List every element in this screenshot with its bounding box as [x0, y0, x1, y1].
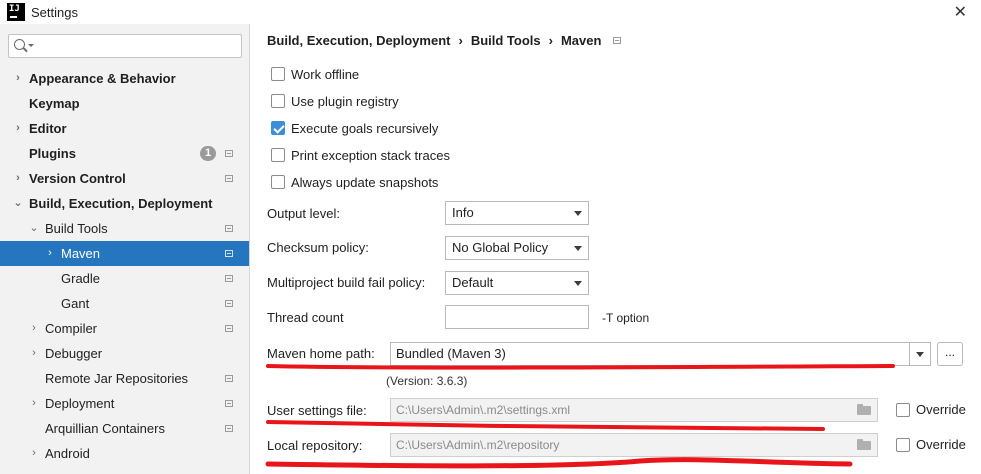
print-exception-stack-traces-option[interactable]: Print exception stack traces — [271, 146, 450, 164]
project-settings-icon — [225, 250, 233, 257]
chevron-down-icon — [574, 281, 582, 286]
chevron-right-icon[interactable]: › — [44, 241, 56, 266]
local-repository-field: C:\Users\Admin\.m2\repository — [390, 433, 878, 457]
execute-goals-recursively-option[interactable]: Execute goals recursively — [271, 119, 438, 137]
chevron-down-icon[interactable]: ⌄ — [28, 216, 40, 241]
chevron-right-icon[interactable]: › — [12, 66, 24, 91]
title-bar: IJ Settings ✕ — [0, 0, 981, 24]
maven-settings-panel: Build, Execution, Deployment › Build Too… — [251, 24, 981, 474]
output-level-label: Output level: — [267, 206, 340, 221]
maven-home-path-select[interactable]: Bundled (Maven 3) — [390, 342, 931, 366]
user-settings-override-option[interactable]: Override — [896, 402, 966, 417]
multiproject-fail-policy-select[interactable]: Default — [445, 271, 589, 295]
breadcrumb-item: Maven — [560, 33, 602, 48]
browse-maven-home-button[interactable]: ... — [937, 342, 963, 366]
output-level-select[interactable]: Info — [445, 201, 589, 225]
sidebar-item-deployment[interactable]: › Deployment — [0, 391, 249, 416]
chevron-down-icon[interactable]: ⌄ — [12, 191, 24, 216]
always-update-snapshots-option[interactable]: Always update snapshots — [271, 173, 438, 191]
sidebar-item-plugins[interactable]: Plugins 1 — [0, 141, 249, 166]
project-settings-icon — [225, 225, 233, 232]
window-title: Settings — [31, 4, 78, 20]
work-offline-checkbox[interactable] — [271, 67, 285, 81]
project-settings-icon — [225, 300, 233, 307]
chevron-down-icon[interactable] — [909, 343, 930, 365]
sidebar-item-appearance-behavior[interactable]: › Appearance & Behavior — [0, 66, 249, 91]
thread-count-input[interactable] — [445, 305, 589, 329]
sidebar-item-debugger[interactable]: › Debugger — [0, 341, 249, 366]
chevron-right-icon[interactable]: › — [28, 341, 40, 366]
project-settings-icon — [225, 150, 233, 157]
print-exception-stack-traces-checkbox[interactable] — [271, 148, 285, 162]
breadcrumb-item[interactable]: Build, Execution, Deployment — [267, 33, 450, 48]
sidebar-item-build-tools[interactable]: ⌄ Build Tools — [0, 216, 249, 241]
chevron-right-icon: › — [458, 33, 463, 48]
sidebar-item-editor[interactable]: › Editor — [0, 116, 249, 141]
chevron-right-icon[interactable]: › — [28, 391, 40, 416]
chevron-right-icon[interactable]: › — [12, 166, 24, 191]
work-offline-option[interactable]: Work offline — [271, 65, 359, 83]
execute-goals-recursively-checkbox[interactable] — [271, 121, 285, 135]
project-settings-icon — [225, 325, 233, 332]
user-settings-file-field: C:\Users\Admin\.m2\settings.xml — [390, 398, 878, 422]
project-settings-icon — [225, 425, 233, 432]
maven-version-text: (Version: 3.6.3) — [386, 374, 468, 388]
thread-count-hint: -T option — [602, 311, 650, 325]
sidebar-item-remote-jar-repositories[interactable]: Remote Jar Repositories — [0, 366, 249, 391]
settings-tree: › Appearance & Behavior Keymap › Editor … — [0, 66, 249, 466]
chevron-right-icon[interactable]: › — [28, 316, 40, 341]
use-plugin-registry-option[interactable]: Use plugin registry — [271, 92, 399, 110]
intellij-app-icon: IJ — [7, 3, 25, 21]
sidebar-item-version-control[interactable]: › Version Control — [0, 166, 249, 191]
project-settings-icon — [225, 275, 233, 282]
search-icon — [14, 39, 25, 50]
chevron-right-icon: › — [548, 33, 553, 48]
local-repository-override-checkbox[interactable] — [896, 437, 910, 452]
project-settings-icon — [225, 400, 233, 407]
breadcrumb: Build, Execution, Deployment › Build Too… — [267, 33, 622, 48]
chevron-right-icon[interactable]: › — [12, 116, 24, 141]
local-repository-label: Local repository: — [267, 438, 363, 453]
chevron-right-icon[interactable]: › — [28, 441, 40, 466]
sidebar-item-gradle[interactable]: Gradle — [0, 266, 249, 291]
use-plugin-registry-checkbox[interactable] — [271, 94, 285, 108]
local-repository-override-option[interactable]: Override — [896, 437, 966, 452]
settings-sidebar: › Appearance & Behavior Keymap › Editor … — [0, 24, 250, 474]
settings-search-input[interactable] — [8, 34, 242, 58]
sidebar-item-arquillian-containers[interactable]: Arquillian Containers — [0, 416, 249, 441]
sidebar-item-gant[interactable]: Gant — [0, 291, 249, 316]
plugins-update-badge: 1 — [200, 146, 216, 161]
checksum-policy-label: Checksum policy: — [267, 240, 369, 255]
search-options-chevron-icon[interactable] — [28, 44, 34, 47]
checksum-policy-select[interactable]: No Global Policy — [445, 236, 589, 260]
sidebar-item-android[interactable]: › Android — [0, 441, 249, 466]
folder-icon — [857, 404, 871, 415]
project-settings-icon — [613, 37, 622, 44]
user-settings-override-checkbox[interactable] — [896, 402, 910, 417]
breadcrumb-item[interactable]: Build Tools — [471, 33, 541, 48]
project-settings-icon — [225, 375, 233, 382]
sidebar-item-maven[interactable]: › Maven — [0, 241, 249, 266]
multiproject-fail-policy-label: Multiproject build fail policy: — [267, 275, 426, 290]
sidebar-item-compiler[interactable]: › Compiler — [0, 316, 249, 341]
chevron-down-icon — [574, 211, 582, 216]
sidebar-item-build-execution-deployment[interactable]: ⌄ Build, Execution, Deployment — [0, 191, 249, 216]
user-settings-file-label: User settings file: — [267, 403, 367, 418]
sidebar-item-keymap[interactable]: Keymap — [0, 91, 249, 116]
thread-count-label: Thread count — [267, 310, 344, 325]
always-update-snapshots-checkbox[interactable] — [271, 175, 285, 189]
chevron-down-icon — [574, 246, 582, 251]
close-icon[interactable]: ✕ — [954, 2, 967, 21]
folder-icon — [857, 439, 871, 450]
project-settings-icon — [225, 175, 233, 182]
maven-home-path-label: Maven home path: — [267, 346, 375, 361]
